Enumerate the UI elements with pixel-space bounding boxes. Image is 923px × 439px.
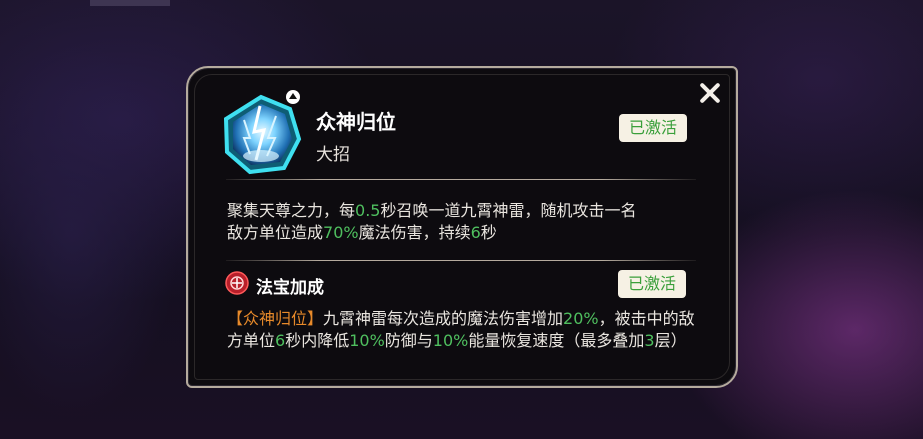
treasure-icon <box>225 271 249 295</box>
treasure-title: 法宝加成 <box>256 278 324 298</box>
background-top-strip <box>90 0 170 6</box>
skill-type: 大招 <box>316 145 350 165</box>
caret-up-icon[interactable] <box>286 90 300 104</box>
lightning-skill-icon[interactable] <box>220 94 302 176</box>
skill-name: 众神归位 <box>316 110 396 134</box>
divider <box>226 179 696 180</box>
close-icon[interactable] <box>697 80 723 106</box>
skill-status-badge: 已激活 <box>619 114 688 142</box>
skill-description: 聚集天尊之力，每0.5秒召唤一道九霄神雷，随机攻击一名 敌方单位造成70%魔法伤害… <box>227 201 637 242</box>
treasure-status-badge: 已激活 <box>618 270 687 298</box>
divider <box>226 260 696 261</box>
treasure-effect-text: 【众神归位】九霄神雷每次造成的魔法伤害增加20%，被击中的敌方单位6秒内降低10… <box>227 309 695 350</box>
background-decoration <box>0 40 180 420</box>
